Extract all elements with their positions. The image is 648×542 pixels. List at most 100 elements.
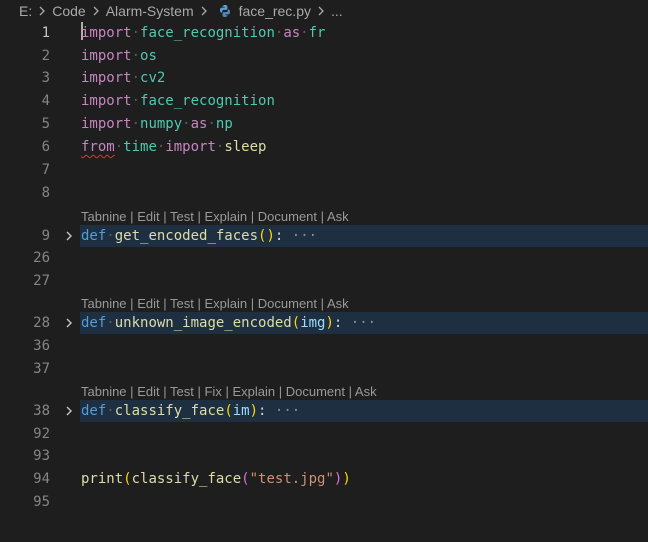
- codelens-explain[interactable]: Explain: [204, 209, 247, 224]
- bracket: (: [291, 315, 301, 331]
- breadcrumb-symbol-more[interactable]: ...: [331, 3, 343, 19]
- codelens-ask[interactable]: Ask: [327, 296, 349, 311]
- code-text[interactable]: def·unknown_image_encoded(img): ···: [81, 312, 376, 334]
- code-text[interactable]: import·cv2: [81, 67, 165, 89]
- fold-ellipsis[interactable]: ···: [292, 228, 317, 244]
- line-number: 8: [41, 185, 50, 201]
- codelens-explain[interactable]: Explain: [232, 384, 275, 399]
- code-line[interactable]: 8: [0, 182, 648, 204]
- code-text[interactable]: def·get_encoded_faces(): ···: [81, 225, 317, 247]
- code-text[interactable]: import·face_recognition·as·fr: [81, 22, 325, 44]
- line-number: 95: [33, 494, 50, 510]
- keyword-def: def: [81, 228, 107, 244]
- code-text[interactable]: import·face_recognition: [81, 90, 275, 112]
- code-line[interactable]: 36: [0, 335, 648, 357]
- codelens-separator: |: [163, 384, 167, 399]
- code-line[interactable]: 26: [0, 247, 648, 269]
- line-number: 5: [41, 116, 50, 132]
- keyword-def: def: [81, 315, 107, 331]
- line-number: 6: [41, 139, 50, 155]
- codelens-test[interactable]: Test: [170, 296, 194, 311]
- chevron-right-icon: [196, 3, 212, 19]
- code-line[interactable]: 37: [0, 358, 648, 380]
- codelens-test[interactable]: Test: [170, 384, 194, 399]
- fold-ellipsis[interactable]: ···: [351, 315, 376, 331]
- chevron-right-icon: [88, 3, 104, 19]
- code-text[interactable]: def·classify_face(im): ···: [81, 400, 300, 422]
- breadcrumb-file[interactable]: face_rec.py: [239, 3, 311, 19]
- codelens-separator: |: [348, 384, 353, 399]
- code-line-folded[interactable]: 38 def·classify_face(im): ···: [0, 400, 648, 422]
- codelens-tabnine[interactable]: Tabnine: [81, 384, 127, 399]
- code-line[interactable]: 92: [0, 423, 648, 445]
- string-literal: "test.jpg": [249, 471, 334, 487]
- line-number: 37: [33, 361, 50, 377]
- line-number: 38: [33, 403, 50, 419]
- codelens-document[interactable]: Document: [258, 296, 317, 311]
- line-number: 1: [41, 25, 50, 41]
- module-name: os: [140, 48, 157, 64]
- codelens-edit[interactable]: Edit: [137, 209, 159, 224]
- line-number: 26: [33, 250, 50, 266]
- code-line[interactable]: 95: [0, 491, 648, 513]
- codelens-ask[interactable]: Ask: [327, 209, 349, 224]
- codelens-actions: Tabnine | Edit | Test | Explain | Docume…: [81, 292, 349, 314]
- code-line[interactable]: 1 import·face_recognition·as·fr: [0, 22, 648, 44]
- function-name: get_encoded_faces: [114, 228, 259, 244]
- line-number: 4: [41, 93, 50, 109]
- codelens-tabnine[interactable]: Tabnine: [81, 209, 127, 224]
- code-line[interactable]: 27: [0, 270, 648, 292]
- code-line[interactable]: 6 from·time·import·sleep: [0, 136, 648, 158]
- code-line-folded[interactable]: 9 def·get_encoded_faces(): ···: [0, 225, 648, 247]
- bracket: (: [241, 471, 250, 487]
- chevron-right-icon[interactable]: [61, 315, 77, 331]
- codelens-document[interactable]: Document: [258, 209, 317, 224]
- code-text[interactable]: print(classify_face("test.jpg")): [81, 468, 351, 490]
- codelens-explain[interactable]: Explain: [204, 296, 247, 311]
- codelens-edit[interactable]: Edit: [137, 296, 159, 311]
- keyword-as: as: [283, 25, 301, 41]
- codelens-separator: |: [163, 209, 167, 224]
- bracket: ): [266, 228, 275, 244]
- code-line[interactable]: 7: [0, 159, 648, 181]
- fold-ellipsis[interactable]: ···: [275, 403, 300, 419]
- line-number: 2: [41, 48, 50, 64]
- breadcrumb-folder-alarm-system[interactable]: Alarm-System: [106, 3, 194, 19]
- codelens-edit[interactable]: Edit: [137, 384, 159, 399]
- codelens-fix[interactable]: Fix: [204, 384, 221, 399]
- code-line[interactable]: 5 import·numpy·as·np: [0, 113, 648, 135]
- line-number: 3: [41, 70, 50, 86]
- code-line-folded[interactable]: 28 def·unknown_image_encoded(img): ···: [0, 312, 648, 334]
- codelens-ask[interactable]: Ask: [355, 384, 377, 399]
- code-text[interactable]: import·numpy·as·np: [81, 113, 233, 135]
- codelens-test[interactable]: Test: [170, 209, 194, 224]
- code-text[interactable]: from·time·import·sleep: [81, 136, 266, 158]
- breadcrumb-folder-code[interactable]: Code: [52, 3, 85, 19]
- code-editor[interactable]: 1 import·face_recognition·as·fr 2 import…: [0, 22, 648, 542]
- code-line[interactable]: 4 import·face_recognition: [0, 90, 648, 112]
- codelens-actions: Tabnine | Edit | Test | Explain | Docume…: [81, 205, 349, 227]
- chevron-right-icon[interactable]: [61, 228, 77, 244]
- chevron-right-icon: [313, 3, 329, 19]
- code-text[interactable]: import·os: [81, 45, 157, 67]
- codelens-row: Tabnine | Edit | Test | Explain | Docume…: [0, 205, 648, 227]
- parameter: im: [232, 403, 250, 419]
- bracket: ): [342, 471, 351, 487]
- function-call-classify-face: classify_face: [131, 471, 242, 487]
- code-line[interactable]: 3 import·cv2: [0, 67, 648, 89]
- module-name: time: [123, 139, 157, 155]
- codelens-separator: |: [250, 296, 255, 311]
- keyword-import: import: [81, 25, 132, 41]
- function-call-print: print: [81, 471, 124, 487]
- module-alias: fr: [308, 25, 326, 41]
- breadcrumb-drive[interactable]: E:: [19, 3, 32, 19]
- code-line[interactable]: 2 import·os: [0, 45, 648, 67]
- codelens-document[interactable]: Document: [286, 384, 345, 399]
- python-file-icon: [218, 4, 232, 18]
- code-line[interactable]: 94 print(classify_face("test.jpg")): [0, 468, 648, 490]
- codelens-separator: |: [278, 384, 283, 399]
- code-line[interactable]: 93: [0, 445, 648, 467]
- chevron-right-icon[interactable]: [61, 403, 77, 419]
- codelens-separator: |: [197, 384, 201, 399]
- codelens-tabnine[interactable]: Tabnine: [81, 296, 127, 311]
